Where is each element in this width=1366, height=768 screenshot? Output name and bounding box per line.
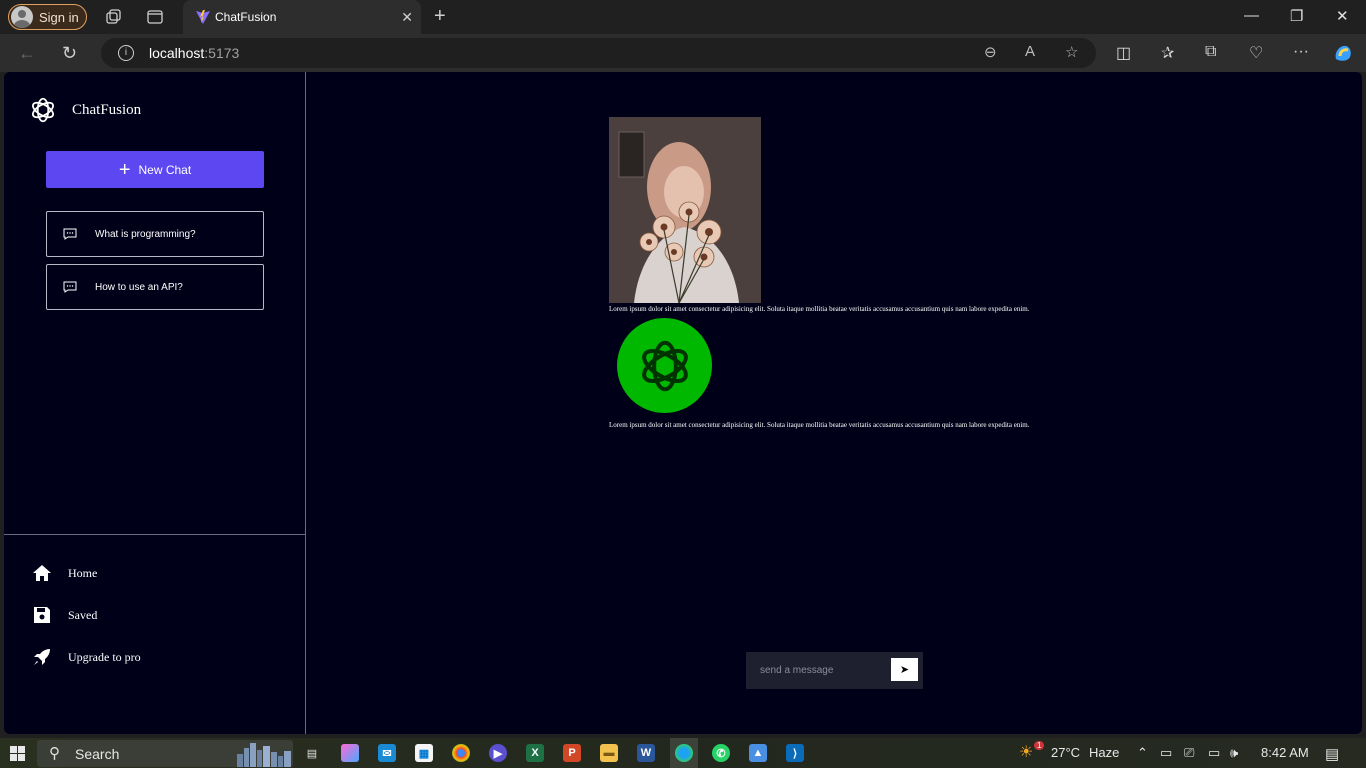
home-icon <box>33 565 51 581</box>
photos-icon[interactable]: ▲ <box>749 744 767 762</box>
message-input[interactable] <box>746 652 888 689</box>
back-icon[interactable]: ← <box>18 43 36 64</box>
weather-desc[interactable]: Haze <box>1089 745 1119 760</box>
address-bar: ← ↻ i localhost:5173 ⊖ A ☆ ◫ ✰ ⧉ ♡ ··· <box>0 34 1366 72</box>
collections-icon[interactable]: ⧉ <box>1205 43 1216 61</box>
site-info-icon[interactable]: i <box>118 45 134 61</box>
mail-icon[interactable]: ✉ <box>378 744 396 762</box>
openai-logo-icon <box>641 340 688 391</box>
send-button[interactable]: ➤ <box>891 658 918 681</box>
chat-area: Lorem ipsum dolor sit amet consectetur a… <box>306 72 1362 734</box>
restore-icon[interactable]: ❐ <box>1290 7 1303 25</box>
nav-item-saved[interactable]: Saved <box>32 605 97 625</box>
more-menu-icon[interactable]: ··· <box>1293 43 1309 61</box>
clock-time[interactable]: 8:42 AM <box>1261 745 1309 760</box>
save-icon <box>34 607 50 623</box>
task-view-icon[interactable]: ▤ <box>303 744 321 762</box>
sign-in-button[interactable]: Sign in <box>8 4 87 30</box>
refresh-icon[interactable]: ↻ <box>62 43 77 64</box>
sidebar-divider <box>4 534 306 535</box>
nav-item-home[interactable]: Home <box>32 563 97 583</box>
split-screen-icon[interactable]: ◫ <box>1116 43 1131 63</box>
message-text: Lorem ipsum dolor sit amet consectetur a… <box>609 421 1030 429</box>
clipchamp-icon[interactable]: ▶ <box>489 744 507 762</box>
copilot-icon[interactable] <box>1332 42 1354 64</box>
new-tab-icon[interactable]: + <box>434 5 446 28</box>
taskbar-search[interactable]: ⚲ Search <box>37 740 293 767</box>
brand: ChatFusion <box>28 95 141 125</box>
history-item-label: What is programming? <box>95 228 196 240</box>
city-skyline-icon <box>237 743 291 767</box>
brand-name: ChatFusion <box>72 101 142 118</box>
nav-item-upgrade[interactable]: Upgrade to pro <box>32 647 141 667</box>
vite-favicon-icon <box>196 10 210 24</box>
edge-icon[interactable] <box>675 744 693 762</box>
excel-icon[interactable]: X <box>526 744 544 762</box>
vscode-icon[interactable]: ⟩ <box>786 744 804 762</box>
copilot-app-icon[interactable] <box>341 744 359 762</box>
nav-item-label: Saved <box>68 607 98 622</box>
powerpoint-icon[interactable]: P <box>563 744 581 762</box>
history-item[interactable]: How to use an API? <box>46 264 264 310</box>
show-hidden-icons-icon[interactable]: ⌃ <box>1137 745 1148 761</box>
favorites-icon[interactable]: ✰ <box>1161 43 1174 63</box>
openai-logo-icon <box>32 97 54 123</box>
search-icon: ⚲ <box>49 745 60 762</box>
chrome-icon[interactable] <box>452 744 470 762</box>
chatfusion-app: ChatFusion + New Chat What is programmin… <box>4 72 1362 734</box>
volume-icon[interactable]: 🕪 <box>1230 745 1238 761</box>
history-item[interactable]: What is programming? <box>46 211 264 257</box>
url-text: localhost:5173 <box>149 45 240 61</box>
close-tab-icon[interactable]: ✕ <box>401 9 413 26</box>
new-chat-label: New Chat <box>138 162 192 177</box>
new-chat-button[interactable]: + New Chat <box>46 151 264 188</box>
file-explorer-icon[interactable]: ▬ <box>600 744 618 762</box>
workspaces-icon[interactable] <box>104 8 122 26</box>
weather-icon[interactable]: ☀ <box>1019 742 1033 762</box>
taskbar-search-label: Search <box>75 746 120 762</box>
whatsapp-icon[interactable]: ✆ <box>712 744 730 762</box>
store-icon[interactable]: ▦ <box>415 744 433 762</box>
nav-item-label: Home <box>68 565 98 580</box>
user-photo <box>609 117 761 303</box>
plus-icon: + <box>118 158 131 181</box>
profile-avatar-icon <box>11 6 33 28</box>
camera-icon[interactable]: ▭ <box>1160 745 1172 761</box>
weather-temp[interactable]: 27°C <box>1051 745 1080 760</box>
browser-tab-bar: Sign in ChatFusion ✕ + — ❐ ✕ <box>0 0 1366 34</box>
message-text: Lorem ipsum dolor sit amet consectetur a… <box>609 305 1030 313</box>
tab-title: ChatFusion <box>215 10 277 24</box>
word-icon[interactable]: W <box>637 744 655 762</box>
nav-item-label: Upgrade to pro <box>68 649 141 664</box>
browser-essentials-icon[interactable]: ♡ <box>1249 43 1263 63</box>
zoom-out-icon[interactable]: ⊖ <box>984 43 997 61</box>
display-icon[interactable]: ⎚ <box>1184 745 1194 761</box>
history-item-label: How to use an API? <box>95 281 183 293</box>
chat-bubble-icon <box>63 281 77 293</box>
taskbar: ⚲ Search ▤ ✉ ▦ ▶ X P ▬ W ✆ ▲ ⟩ ☀ 1 27°C … <box>0 738 1366 768</box>
notifications-icon[interactable]: ▤ <box>1325 745 1339 763</box>
message-composer: ➤ <box>746 652 923 689</box>
tab-actions-icon[interactable] <box>146 8 164 26</box>
sign-in-label: Sign in <box>39 9 79 25</box>
sidebar: ChatFusion + New Chat What is programmin… <box>4 72 306 734</box>
favorite-star-icon[interactable]: ☆ <box>1065 43 1078 61</box>
rocket-icon <box>34 649 50 665</box>
browser-tab[interactable]: ChatFusion ✕ <box>183 0 421 34</box>
chat-bubble-icon <box>63 228 77 240</box>
bot-avatar <box>617 318 712 413</box>
battery-icon[interactable]: ▭ <box>1208 745 1220 761</box>
close-window-icon[interactable]: ✕ <box>1336 7 1349 25</box>
read-aloud-icon[interactable]: A <box>1025 43 1035 60</box>
weather-badge: 1 <box>1034 741 1045 750</box>
windows-start-icon[interactable] <box>10 746 25 761</box>
url-field[interactable]: i localhost:5173 ⊖ A ☆ <box>101 38 1096 68</box>
minimize-icon[interactable]: — <box>1244 7 1259 24</box>
